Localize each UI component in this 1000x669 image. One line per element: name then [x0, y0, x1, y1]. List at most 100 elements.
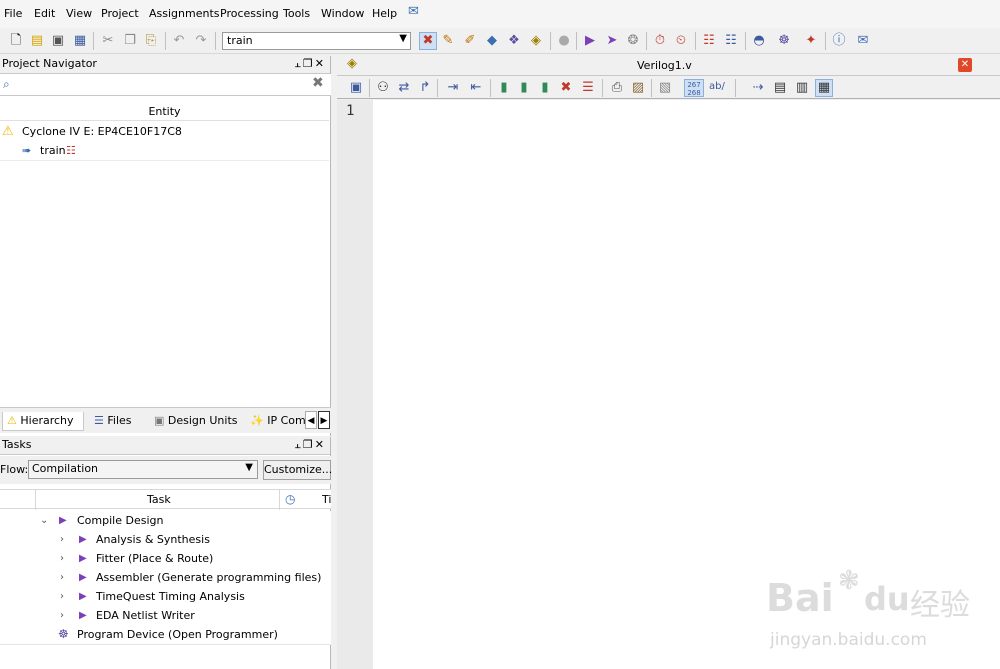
menu-file[interactable]: File [4, 7, 22, 20]
navigator-search-input[interactable] [22, 76, 307, 93]
menu-tools[interactable]: Tools [283, 7, 310, 20]
close-editor-icon[interactable]: ✕ [958, 58, 972, 72]
task-row-timequest[interactable]: › ▶ TimeQuest Timing Analysis [0, 587, 331, 607]
task-row-compile-design[interactable]: ⌄ ▶ Compile Design [0, 511, 331, 531]
menu-assignments[interactable]: Assignments [149, 7, 220, 20]
rtl-icon[interactable]: ❂ [625, 33, 641, 49]
assignment-editor-icon[interactable]: ✎ [440, 33, 456, 49]
chevron-right-icon[interactable]: › [60, 568, 64, 587]
replace-icon[interactable]: ⇄ [396, 80, 412, 96]
template-icon[interactable]: ▨ [630, 80, 646, 96]
timing-analyzer-icon[interactable]: ⏱ [652, 33, 668, 49]
pin-planner-icon[interactable]: ✐ [462, 33, 478, 49]
bookmark-prev-icon[interactable]: ▮ [537, 80, 553, 96]
task-row-eda-netlist[interactable]: › ▶ EDA Netlist Writer [0, 606, 331, 626]
menu-edit[interactable]: Edit [34, 7, 55, 20]
time-column-header[interactable]: Ti [322, 493, 331, 506]
tab-hierarchy[interactable]: ⚠ Hierarchy [2, 412, 84, 431]
task-row-fitter[interactable]: › ▶ Fitter (Place & Route) [0, 549, 331, 569]
play-icon[interactable]: ▶ [79, 530, 87, 549]
chevron-right-icon[interactable]: › [60, 606, 64, 625]
chevron-right-icon[interactable]: › [60, 549, 64, 568]
chip-planner-icon[interactable]: ◆ [484, 33, 500, 49]
new-file-icon[interactable]: 🗋 [8, 33, 24, 49]
menu-processing[interactable]: Processing [220, 7, 279, 20]
chevron-right-icon[interactable]: › [60, 587, 64, 606]
programmer-icon[interactable]: ☸ [776, 33, 792, 49]
split-view-icon[interactable]: ▦ [815, 79, 833, 97]
play-icon[interactable]: ▶ [79, 568, 87, 587]
attach-icon[interactable]: ⎙ [609, 80, 625, 96]
revision-select[interactable]: train ▼ [222, 32, 411, 50]
analysis-synthesis-icon[interactable]: ➤ [604, 33, 620, 49]
netlist-icon[interactable]: ◈ [528, 33, 544, 49]
float-icon[interactable]: ❐ [303, 438, 315, 451]
soc-icon[interactable]: ✦ [803, 33, 819, 49]
open-folder-icon[interactable]: ▤ [29, 33, 45, 49]
start-compilation-icon[interactable]: ▶ [582, 33, 598, 49]
close-icon[interactable]: ✕ [315, 438, 326, 451]
feedback-icon[interactable]: ✉ [855, 33, 871, 49]
tab-scroll-right-icon[interactable]: ▶ [318, 411, 330, 429]
window-icon[interactable]: ▣ [348, 80, 364, 96]
float-icon[interactable]: ❐ [303, 57, 315, 70]
design-partition-icon[interactable]: ❖ [506, 33, 522, 49]
tab-ip-components[interactable]: ✨ IP Comp [246, 412, 310, 430]
customize-button[interactable]: Customize... [263, 460, 332, 480]
menu-project[interactable]: Project [101, 7, 139, 20]
technology-map-icon[interactable]: ☷ [701, 33, 717, 49]
play-icon[interactable]: ▶ [79, 587, 87, 606]
bookmark-list-icon[interactable]: ☰ [580, 80, 596, 96]
indent-icon[interactable]: ⇥ [445, 80, 461, 96]
menu-window[interactable]: Window [321, 7, 364, 20]
play-icon[interactable]: ▶ [79, 549, 87, 568]
power-analyzer-icon[interactable]: ◓ [751, 33, 767, 49]
help-icon[interactable]: ⓘ [831, 33, 847, 49]
tree-row-device[interactable]: ⚠ Cyclone IV E: EP4CE10F17C8 [0, 122, 329, 142]
line-numbers-toggle[interactable]: 267 268 [684, 79, 704, 97]
bookmark-icon[interactable]: ▮ [496, 80, 512, 96]
stop-icon[interactable]: ● [556, 33, 572, 49]
editor-filename[interactable]: Verilog1.v [637, 59, 692, 72]
chevron-right-icon[interactable]: › [60, 530, 64, 549]
comment-icon[interactable]: ▧ [657, 80, 673, 96]
bookmark-clear-icon[interactable]: ✖ [558, 80, 574, 96]
word-wrap-toggle[interactable]: ab/ [709, 81, 725, 92]
flow-select[interactable]: Compilation ▼ [28, 460, 258, 479]
tab-files[interactable]: ☰ Files [90, 412, 146, 430]
pin-icon[interactable]: ⫠ [294, 438, 303, 451]
task-row-analysis-synthesis[interactable]: › ▶ Analysis & Synthesis [0, 530, 331, 550]
tab-design-units[interactable]: ▣ Design Units [150, 412, 244, 430]
pin-icon[interactable]: ⫠ [294, 57, 303, 70]
task-row-assembler[interactable]: › ▶ Assembler (Generate programming file… [0, 568, 331, 588]
find-icon[interactable]: ⚇ [375, 80, 391, 96]
paste-icon[interactable]: ⎘ [143, 33, 159, 49]
rtl-viewer-icon[interactable]: ☷ [723, 33, 739, 49]
menu-help[interactable]: Help [372, 7, 397, 20]
task-column-header[interactable]: Task [147, 493, 171, 506]
chevron-down-icon[interactable]: ⌄ [40, 511, 48, 530]
collapse-icon[interactable]: ▥ [794, 80, 810, 96]
copy-icon[interactable]: ❐ [122, 33, 138, 49]
clear-search-icon[interactable]: ✖ [312, 75, 324, 91]
goto-icon[interactable]: ↱ [417, 80, 433, 96]
programmer-icon[interactable]: ☸ [58, 625, 69, 644]
menu-view[interactable]: View [66, 7, 92, 20]
task-row-program-device[interactable]: ☸ Program Device (Open Programmer) [0, 625, 331, 645]
entity-column-header[interactable]: Entity [0, 103, 329, 121]
play-icon[interactable]: ▶ [59, 511, 67, 530]
save-icon[interactable]: ▣ [50, 33, 66, 49]
cut-icon[interactable]: ✂ [100, 33, 116, 49]
unindent-icon[interactable]: ⇤ [468, 80, 484, 96]
chat-icon[interactable]: ✉ [408, 4, 419, 19]
expand-icon[interactable]: ▤ [772, 80, 788, 96]
tab-scroll-left-icon[interactable]: ◀ [305, 411, 317, 429]
timing-icon[interactable]: ⏲ [673, 33, 689, 49]
undo-icon[interactable]: ↶ [171, 33, 187, 49]
tree-row-top-entity[interactable]: ➠ train ☷ [0, 141, 329, 161]
arrow-right-icon[interactable]: ⇢ [750, 80, 766, 96]
save-all-icon[interactable]: ▦ [72, 33, 88, 49]
play-icon[interactable]: ▶ [79, 606, 87, 625]
close-icon[interactable]: ✕ [315, 57, 326, 70]
compare-icon[interactable]: ✖ [419, 32, 437, 50]
